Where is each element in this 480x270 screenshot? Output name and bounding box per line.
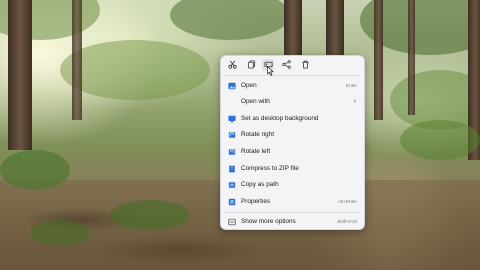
- menu-item-label: Rotate left: [241, 148, 271, 155]
- desktop-background-icon: [228, 115, 236, 123]
- menu-item-label: Compress to ZIP file: [241, 165, 299, 172]
- menu-item-compress-zip[interactable]: Compress to ZIP file: [221, 162, 364, 176]
- menu-item-label: Show more options: [241, 218, 296, 225]
- menu-item-set-desktop-background[interactable]: Set as desktop background: [221, 112, 364, 126]
- menu-item-open-with[interactable]: Open with ›: [221, 95, 364, 109]
- menu-item-copy-as-path[interactable]: Copy as path: [221, 178, 364, 192]
- more-options-icon: [228, 218, 236, 226]
- share-icon: [281, 56, 291, 74]
- menu-item-label: Open with: [241, 98, 270, 105]
- copy-path-icon: [228, 181, 236, 189]
- menu-item-label: Open: [241, 82, 257, 89]
- menu-item-rotate-right[interactable]: Rotate right: [221, 128, 364, 142]
- shortcut-hint: Alt+Enter: [337, 199, 357, 204]
- shortcut-hint: Shift+F10: [337, 219, 357, 224]
- chevron-right-icon: ›: [353, 98, 356, 105]
- mouse-pointer-icon: [267, 63, 274, 76]
- shortcut-hint: Enter: [346, 83, 357, 88]
- rotate-left-icon: [228, 148, 236, 156]
- cut-button[interactable]: [226, 59, 238, 71]
- quick-actions-bar: [221, 56, 364, 74]
- context-menu: Open Enter Open with › Set as desktop ba…: [220, 55, 365, 230]
- menu-item-open[interactable]: Open Enter: [221, 79, 364, 93]
- rotate-right-icon: [228, 131, 236, 139]
- copy-icon: [247, 56, 256, 74]
- delete-button[interactable]: [299, 59, 311, 71]
- menu-item-label: Copy as path: [241, 181, 279, 188]
- zip-icon: [228, 165, 236, 173]
- image-file-icon: [228, 82, 236, 90]
- scissors-icon: [227, 56, 237, 74]
- share-button[interactable]: [280, 59, 292, 71]
- trash-icon: [301, 56, 310, 74]
- menu-item-label: Properties: [241, 198, 271, 205]
- menu-item-rotate-left[interactable]: Rotate left: [221, 145, 364, 159]
- menu-item-show-more-options[interactable]: Show more options Shift+F10: [221, 215, 364, 229]
- open-with-icon: [228, 98, 236, 106]
- menu-item-label: Set as desktop background: [241, 115, 319, 122]
- properties-icon: [228, 198, 236, 206]
- copy-button[interactable]: [245, 59, 257, 71]
- menu-divider: [225, 75, 360, 76]
- menu-divider: [225, 212, 360, 213]
- menu-item-properties[interactable]: Properties Alt+Enter: [221, 195, 364, 209]
- menu-item-label: Rotate right: [241, 131, 275, 138]
